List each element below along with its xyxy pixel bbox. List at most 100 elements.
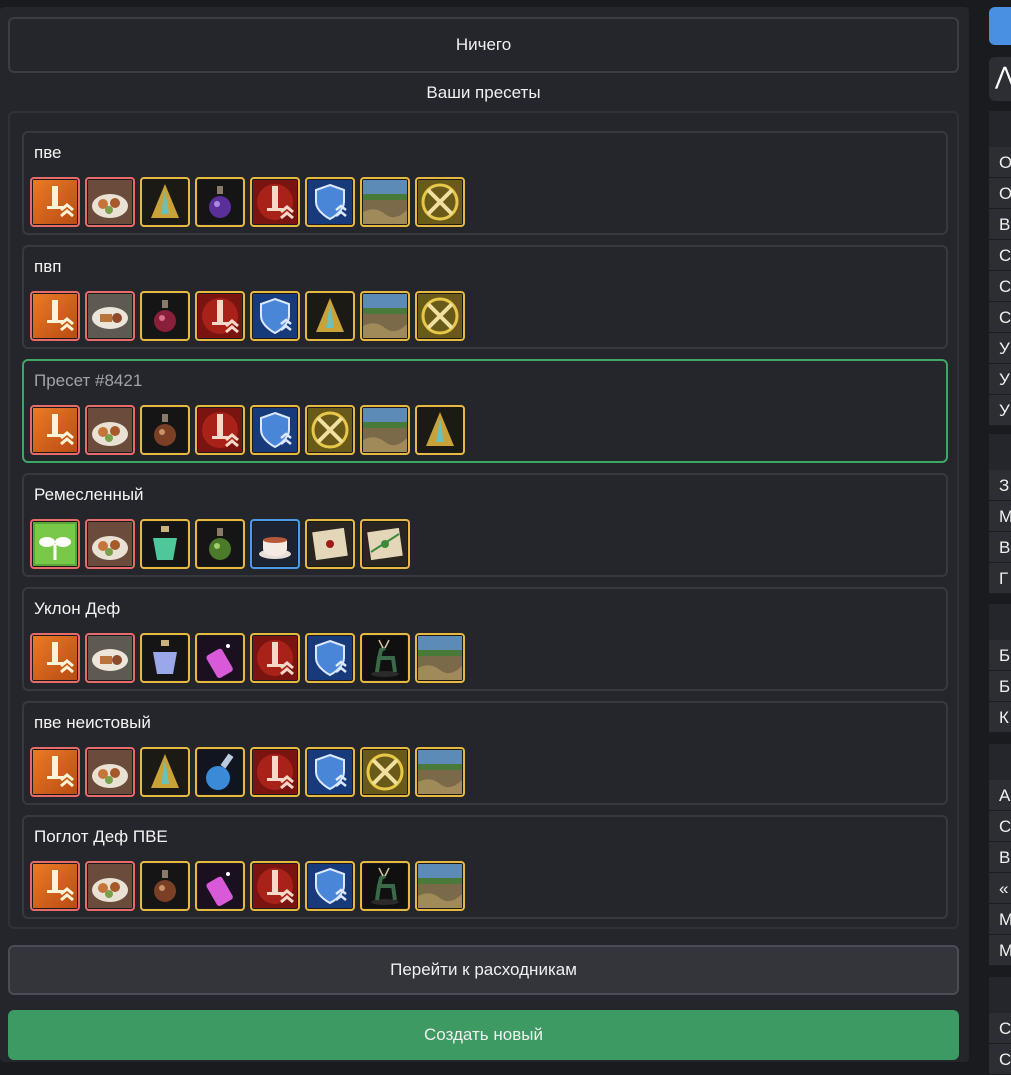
preset-card[interactable]: Пресет #8421	[22, 359, 948, 463]
sidebar-group: СС	[989, 977, 1011, 1075]
sidebar-row[interactable]: К	[989, 702, 1011, 733]
gold-elixir-icon[interactable]	[140, 177, 190, 227]
sword-scroll-icon[interactable]	[250, 861, 300, 911]
sidebar-row[interactable]: С	[989, 302, 1011, 333]
food-platter-icon[interactable]	[85, 177, 135, 227]
attack-buff-icon[interactable]	[30, 177, 80, 227]
green-potion-icon[interactable]	[195, 519, 245, 569]
none-button[interactable]: Ничего	[8, 17, 959, 73]
attack-buff-icon[interactable]	[30, 861, 80, 911]
shield-scroll-icon[interactable]	[305, 747, 355, 797]
red-potion-icon[interactable]	[140, 291, 190, 341]
preset-card[interactable]: Поглот Деф ПВЕ	[22, 815, 948, 919]
sidebar-row[interactable]: С	[989, 240, 1011, 271]
deer-figurine-icon[interactable]	[360, 861, 410, 911]
food-dish-icon[interactable]	[85, 633, 135, 683]
sidebar-row[interactable]: У	[989, 395, 1011, 426]
deer-figurine-icon[interactable]	[360, 633, 410, 683]
food-platter-icon[interactable]	[85, 519, 135, 569]
food-platter-icon[interactable]	[85, 861, 135, 911]
preset-name: Поглот Деф ПВЕ	[34, 827, 168, 846]
sidebar-row[interactable]: В	[989, 532, 1011, 563]
purple-potion-icon[interactable]	[195, 177, 245, 227]
landscape-icon[interactable]	[415, 633, 465, 683]
preset-card[interactable]: Ремесленный	[22, 473, 948, 577]
sealed-letter-green-icon[interactable]	[360, 519, 410, 569]
sidebar-row[interactable]: С	[989, 1013, 1011, 1044]
preset-card[interactable]: пве	[22, 131, 948, 235]
brown-potion-icon[interactable]	[140, 861, 190, 911]
crossed-swords-icon[interactable]	[360, 747, 410, 797]
sword-scroll-icon[interactable]	[250, 747, 300, 797]
sidebar-row[interactable]: М	[989, 501, 1011, 532]
preset-card[interactable]: Уклон Деф	[22, 587, 948, 691]
sword-scroll-icon[interactable]	[195, 405, 245, 455]
tea-cup-icon[interactable]	[250, 519, 300, 569]
landscape-icon[interactable]	[360, 177, 410, 227]
sidebar-row[interactable]: В	[989, 842, 1011, 873]
sidebar-row[interactable]: Б	[989, 671, 1011, 702]
food-platter-icon[interactable]	[85, 747, 135, 797]
food-dish-icon[interactable]	[85, 291, 135, 341]
gold-elixir-icon[interactable]	[415, 405, 465, 455]
landscape-icon[interactable]	[360, 405, 410, 455]
preset-card[interactable]: пвп	[22, 245, 948, 349]
sealed-letter-icon[interactable]	[305, 519, 355, 569]
gold-elixir-icon[interactable]	[305, 291, 355, 341]
landscape-icon[interactable]	[415, 861, 465, 911]
gold-elixir-icon[interactable]	[140, 747, 190, 797]
blue-perfume-icon[interactable]	[140, 633, 190, 683]
sidebar-row[interactable]: Б	[989, 640, 1011, 671]
sword-scroll-icon[interactable]	[250, 633, 300, 683]
sword-scroll-icon[interactable]	[250, 177, 300, 227]
blue-flask-icon[interactable]	[195, 747, 245, 797]
sidebar-group-header	[989, 434, 1011, 470]
attack-buff-icon[interactable]	[30, 405, 80, 455]
preset-icons	[30, 177, 465, 227]
preset-icons	[30, 519, 410, 569]
attack-buff-icon[interactable]	[30, 633, 80, 683]
sidebar-row[interactable]: О	[989, 147, 1011, 178]
sidebar-row[interactable]: У	[989, 364, 1011, 395]
sidebar-group: ЗМВГ	[989, 434, 1011, 594]
sidebar-row[interactable]: В	[989, 209, 1011, 240]
sidebar-row[interactable]: О	[989, 178, 1011, 209]
preset-icons	[30, 633, 465, 683]
shield-scroll-icon[interactable]	[305, 633, 355, 683]
pink-vial-icon[interactable]	[195, 861, 245, 911]
go-to-consumables-button[interactable]: Перейти к расходникам	[8, 945, 959, 995]
shield-scroll-icon[interactable]	[305, 861, 355, 911]
attack-buff-icon[interactable]	[30, 291, 80, 341]
sidebar-row[interactable]: З	[989, 470, 1011, 501]
pink-vial-icon[interactable]	[195, 633, 245, 683]
attack-buff-icon[interactable]	[30, 747, 80, 797]
shield-scroll-icon[interactable]	[305, 177, 355, 227]
sidebar-row[interactable]: «	[989, 873, 1011, 904]
create-new-button[interactable]: Создать новый	[8, 1010, 959, 1060]
sword-scroll-icon[interactable]	[195, 291, 245, 341]
shield-scroll-icon[interactable]	[250, 291, 300, 341]
sidebar-row[interactable]: С	[989, 1044, 1011, 1075]
crossed-swords-icon[interactable]	[415, 177, 465, 227]
shield-scroll-icon[interactable]	[250, 405, 300, 455]
sidebar-group-header	[989, 111, 1011, 147]
food-platter-icon[interactable]	[85, 405, 135, 455]
sidebar-row[interactable]: А	[989, 780, 1011, 811]
landscape-icon[interactable]	[360, 291, 410, 341]
sidebar-row[interactable]: Г	[989, 563, 1011, 594]
crossed-swords-icon[interactable]	[305, 405, 355, 455]
sidebar-row[interactable]: С	[989, 811, 1011, 842]
sidebar-row[interactable]: М	[989, 935, 1011, 966]
sidebar-blue-button[interactable]	[989, 7, 1011, 45]
sidebar-row[interactable]: У	[989, 333, 1011, 364]
sidebar-row[interactable]: М	[989, 904, 1011, 935]
green-perfume-icon[interactable]	[140, 519, 190, 569]
sidebar-row[interactable]: С	[989, 271, 1011, 302]
brown-potion-icon[interactable]	[140, 405, 190, 455]
crossed-swords-icon[interactable]	[415, 291, 465, 341]
sprout-icon[interactable]	[30, 519, 80, 569]
preset-card[interactable]: пве неистовый	[22, 701, 948, 805]
sidebar-logo[interactable]: ⋀	[989, 57, 1011, 101]
sidebar-group-header	[989, 604, 1011, 640]
landscape-icon[interactable]	[415, 747, 465, 797]
